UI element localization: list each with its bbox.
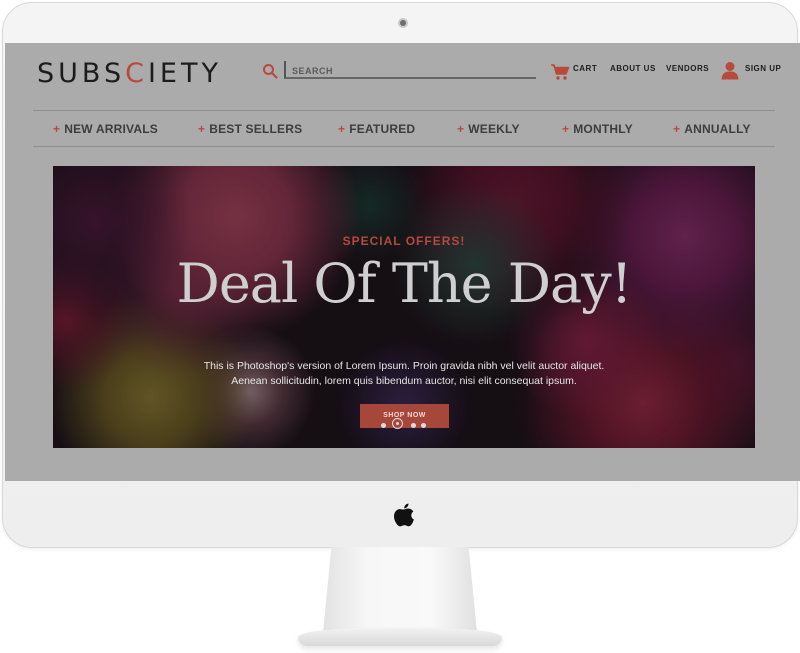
- logo-text-accent: C: [125, 58, 148, 89]
- plus-icon: +: [53, 122, 61, 136]
- menu-item-weekly[interactable]: + WEEKLY: [457, 122, 520, 136]
- menu-item-best-sellers[interactable]: + BEST SELLERS: [198, 122, 302, 136]
- menu-item-label: WEEKLY: [468, 122, 520, 136]
- carousel-dot[interactable]: [421, 423, 426, 428]
- cart-link[interactable]: CART: [573, 64, 597, 73]
- plus-icon: +: [198, 122, 206, 136]
- plus-icon: +: [673, 122, 681, 136]
- search-field[interactable]: [284, 61, 536, 79]
- hero-description: This is Photoshop's version of Lorem Ips…: [203, 360, 605, 387]
- menu-divider-top: [33, 110, 775, 111]
- menu-item-label: BEST SELLERS: [209, 122, 303, 136]
- user-icon[interactable]: [720, 61, 740, 80]
- hero-eyebrow: SPECIAL OFFERS!: [342, 234, 466, 248]
- menu-item-new-arrivals[interactable]: + NEW ARRIVALS: [53, 122, 158, 136]
- site-logo[interactable]: SUBSCIETY: [37, 58, 222, 89]
- imac-monitor: SUBSCIETY CART ABOUT US VENDORS SIGN UP …: [2, 2, 800, 548]
- menu-item-featured[interactable]: + FEATURED: [338, 122, 415, 136]
- menu-item-label: ANNUALLY: [684, 122, 751, 136]
- search-input[interactable]: [286, 66, 532, 76]
- cart-icon[interactable]: [550, 63, 570, 81]
- plus-icon: +: [457, 122, 465, 136]
- monitor-stand-base: [298, 628, 502, 646]
- menu-item-label: MONTHLY: [573, 122, 633, 136]
- logo-text-end: IETY: [147, 58, 222, 89]
- carousel-dots: [377, 418, 437, 432]
- apple-logo-icon: [394, 503, 414, 527]
- search-icon[interactable]: [262, 63, 278, 79]
- carousel-dot-active[interactable]: [392, 418, 403, 429]
- website-screen: SUBSCIETY CART ABOUT US VENDORS SIGN UP …: [5, 43, 800, 481]
- menu-item-label: NEW ARRIVALS: [64, 122, 158, 136]
- carousel-dot[interactable]: [411, 423, 416, 428]
- hero-title: Deal Of The Day!: [176, 252, 633, 315]
- plus-icon: +: [562, 122, 570, 136]
- category-menu: + NEW ARRIVALS + BEST SELLERS + FEATURED + W…: [33, 119, 775, 141]
- menu-item-annually[interactable]: + ANNUALLY: [673, 122, 751, 136]
- hero-banner: SPECIAL OFFERS! Deal Of The Day! This is…: [53, 166, 755, 448]
- carousel-dot[interactable]: [381, 423, 386, 428]
- menu-item-monthly[interactable]: + MONTHLY: [562, 122, 633, 136]
- menu-divider-bottom: [33, 146, 775, 147]
- vendors-link[interactable]: VENDORS: [666, 64, 709, 73]
- about-us-link[interactable]: ABOUT US: [610, 64, 656, 73]
- logo-text-start: SUBS: [37, 58, 126, 89]
- camera-icon: [398, 18, 408, 28]
- sign-up-link[interactable]: SIGN UP: [745, 64, 781, 73]
- plus-icon: +: [338, 122, 346, 136]
- menu-item-label: FEATURED: [349, 122, 416, 136]
